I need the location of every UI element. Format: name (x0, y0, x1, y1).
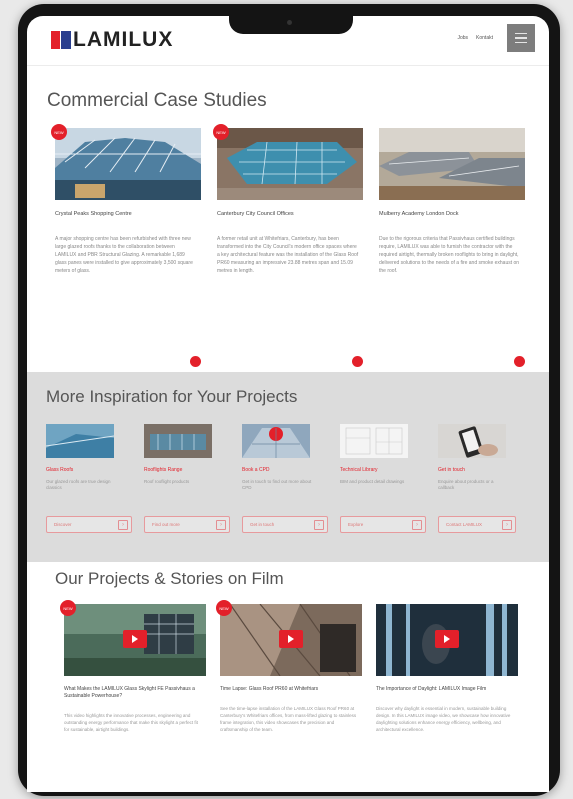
inspiration-text: BIM and product detail drawings (340, 479, 405, 484)
commercial-case-studies-heading: Commercial Case Studies (47, 90, 267, 111)
arrow-right-icon: › (118, 520, 128, 530)
arrow-right-icon: › (502, 520, 512, 530)
inspiration-image-rooflights (144, 424, 212, 458)
inspiration-text: Get in touch to find out more about CPD (242, 479, 312, 490)
inspiration-text: Our glazed roofs are true design classic… (46, 479, 111, 490)
film-card[interactable]: NEW Time Lapse: Glass Roof PR60 at White… (216, 600, 362, 733)
inspiration-image-cpd (242, 424, 310, 458)
inspiration-card[interactable]: Book a CPD Get in touch to find out more… (242, 424, 328, 533)
camera-notch (229, 12, 353, 34)
case-arrow-button[interactable] (190, 356, 201, 367)
film-description: This video highlights the innovative pro… (64, 713, 198, 732)
inspiration-heading: More Inspiration for Your Projects (46, 387, 298, 406)
play-video-button[interactable] (123, 630, 147, 648)
film-title[interactable]: Time Lapse: Glass Roof PR60 at Whitefria… (220, 686, 360, 693)
new-badge: NEW (216, 600, 232, 616)
inspiration-card[interactable]: Glass Roofs Our glazed roofs are true de… (46, 424, 132, 533)
film-description: Discover why daylight is essential in mo… (376, 706, 511, 732)
inspiration-image-phone (438, 424, 506, 458)
case-title[interactable]: Mulberry Academy London Dock (379, 211, 525, 217)
discover-button[interactable]: Discover › (46, 516, 132, 533)
inspiration-title[interactable]: Glass Roofs (46, 467, 124, 473)
arrow-right-icon: › (412, 520, 422, 530)
inspiration-card[interactable]: Rooflights Range Roof rooflight products… (144, 424, 230, 533)
film-card[interactable]: The Importance of Daylight: LAMILUX Imag… (376, 604, 518, 733)
play-video-button[interactable] (279, 630, 303, 648)
case-title[interactable]: Canterbury City Council Offices (217, 211, 363, 217)
film-title[interactable]: The Importance of Daylight: LAMILUX Imag… (376, 686, 516, 693)
arrow-right-icon: › (216, 520, 226, 530)
case-card[interactable]: NEW Canterbury City Council Offices A fo… (213, 124, 363, 373)
lamilux-logo[interactable]: LAMILUX (51, 28, 173, 52)
inspiration-card[interactable]: Technical Library BIM and product detail… (340, 424, 426, 533)
case-image-mulberry-academy (379, 128, 525, 200)
case-card[interactable]: Mulberry Academy London Dock Due to the … (379, 128, 525, 373)
case-arrow-button[interactable] (352, 356, 363, 367)
case-card[interactable]: NEW Crystal Peaks Shopping Centre A majo… (51, 124, 201, 373)
inspiration-image-technical-library (340, 424, 408, 458)
hamburger-menu-button[interactable] (507, 24, 535, 52)
video-thumbnail-passivhaus[interactable] (64, 604, 206, 676)
nav-link-jobs[interactable]: Jobs (457, 35, 468, 41)
case-image-shopping-centre (55, 128, 201, 200)
case-title[interactable]: Crystal Peaks Shopping Centre (55, 211, 201, 217)
new-badge: NEW (213, 124, 229, 140)
film-card[interactable]: NEW What Makes the LAMILUX Glass Skyligh… (60, 600, 206, 733)
find-out-more-button[interactable]: Find out more › (144, 516, 230, 533)
play-video-button[interactable] (435, 630, 459, 648)
top-nav: Jobs Kontakt (457, 35, 493, 41)
get-in-touch-button[interactable]: Get in touch › (242, 516, 328, 533)
projects-on-film-heading: Our Projects & Stories on Film (55, 569, 284, 588)
logo-mark-icon (51, 31, 71, 49)
case-image-council-offices (217, 128, 363, 200)
case-description: A former retail unit at Whitefriars, Can… (217, 236, 359, 274)
logo-text: LAMILUX (73, 28, 174, 51)
film-description: See the time-lapse installation of the L… (220, 706, 357, 732)
arrow-right-icon: › (314, 520, 324, 530)
explore-button[interactable]: Explore › (340, 516, 426, 533)
inspiration-title[interactable]: Get in touch (438, 467, 516, 473)
video-thumbnail-daylight[interactable] (376, 604, 518, 676)
inspiration-title[interactable]: Rooflights Range (144, 467, 222, 473)
inspiration-image-glass-roofs (46, 424, 114, 458)
inspiration-section: More Inspiration for Your Projects Glass… (27, 372, 549, 562)
case-arrow-button[interactable] (514, 356, 525, 367)
inspiration-text: Enquire about products or a callback (438, 479, 494, 490)
contact-lamilux-button[interactable]: Contact LAMILUX › (438, 516, 516, 533)
page-screen: LAMILUX Jobs Kontakt Commercial Case Stu… (27, 16, 549, 792)
nav-link-contact[interactable]: Kontakt (476, 35, 493, 41)
new-badge: NEW (60, 600, 76, 616)
video-thumbnail-time-lapse[interactable] (220, 604, 362, 676)
inspiration-title[interactable]: Book a CPD (242, 467, 320, 473)
inspiration-card[interactable]: Get in touch Enquire about products or a… (438, 424, 516, 533)
film-title[interactable]: What Makes the LAMILUX Glass Skylight FE… (64, 686, 204, 700)
case-description: A major shopping centre has been refurbi… (55, 236, 193, 274)
new-badge: NEW (51, 124, 67, 140)
inspiration-title[interactable]: Technical Library (340, 467, 418, 473)
inspiration-text: Roof rooflight products (144, 479, 190, 484)
camera-icon (287, 20, 292, 25)
case-description: Due to the rigorous criteria that Passiv… (379, 236, 520, 274)
